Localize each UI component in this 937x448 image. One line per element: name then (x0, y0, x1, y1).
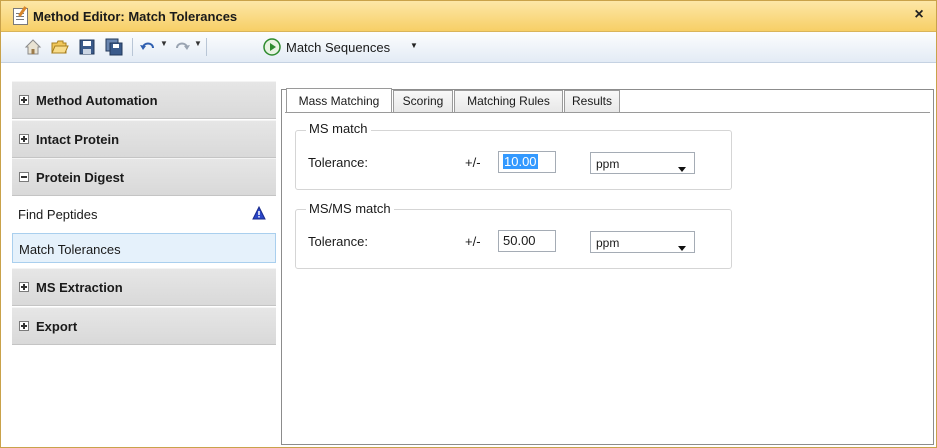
msms-unit-value: ppm (596, 236, 620, 250)
run-label[interactable]: Match Sequences (286, 40, 390, 55)
ms-tolerance-input[interactable]: 10.00 (498, 151, 556, 173)
sidebar: Method Automation Intact Protein Protein… (12, 81, 276, 443)
section-label: Protein Digest (36, 170, 125, 185)
home-icon[interactable] (24, 38, 42, 56)
sidebar-item-match-tolerances[interactable]: Match Tolerances (12, 233, 276, 263)
ms-unit-value: ppm (596, 157, 620, 171)
expand-icon (19, 282, 29, 292)
expand-icon (19, 95, 29, 105)
msms-tolerance-input[interactable]: 50.00 (498, 230, 556, 252)
ms-tolerance-value: 10.00 (503, 154, 538, 169)
tab-matching-rules[interactable]: Matching Rules (454, 90, 563, 112)
tab-scoring[interactable]: Scoring (393, 90, 453, 112)
open-folder-icon[interactable] (51, 38, 69, 56)
ms-match-title: MS match (306, 121, 371, 136)
collapse-icon (19, 172, 29, 182)
chevron-down-icon (678, 161, 686, 175)
chevron-down-icon (678, 240, 686, 254)
warning-icon (252, 205, 266, 223)
redo-icon[interactable] (173, 38, 191, 56)
expand-icon (19, 321, 29, 331)
save-icon[interactable] (78, 38, 96, 56)
run-dropdown-icon[interactable]: ▼ (410, 41, 418, 50)
section-ms-extraction[interactable]: MS Extraction (12, 268, 276, 306)
run-icon[interactable] (263, 38, 281, 56)
tab-mass-matching[interactable]: Mass Matching (286, 88, 392, 112)
edit-document-icon (13, 8, 28, 25)
sidebar-item-label: Match Tolerances (19, 242, 121, 257)
window-title: Method Editor: Match Tolerances (33, 9, 238, 24)
close-button[interactable]: × (910, 6, 928, 24)
section-intact-protein[interactable]: Intact Protein (12, 120, 276, 158)
undo-dropdown-icon[interactable]: ▼ (160, 39, 168, 48)
sidebar-item-find-peptides[interactable]: Find Peptides (12, 199, 276, 229)
msms-tolerance-value: 50.00 (503, 233, 536, 248)
section-label: Export (36, 319, 78, 334)
section-label: Intact Protein (36, 132, 120, 147)
toolbar: ▼ ▼ Match Sequences ▼ (1, 32, 936, 63)
sidebar-item-label: Find Peptides (18, 207, 98, 222)
msms-unit-select[interactable]: ppm (590, 231, 695, 253)
msms-tolerance-label: Tolerance: (308, 234, 368, 249)
section-protein-digest[interactable]: Protein Digest (12, 158, 276, 196)
undo-icon[interactable] (139, 38, 157, 56)
ms-unit-select[interactable]: ppm (590, 152, 695, 174)
expand-icon (19, 134, 29, 144)
method-editor-window: Method Editor: Match Tolerances × ▼ ▼ Ma… (0, 0, 937, 448)
save-as-icon[interactable] (105, 38, 123, 56)
redo-dropdown-icon[interactable]: ▼ (194, 39, 202, 48)
tab-results[interactable]: Results (564, 90, 620, 112)
title-bar: Method Editor: Match Tolerances × (1, 1, 936, 32)
toolbar-separator (132, 38, 133, 56)
msms-match-title: MS/MS match (306, 201, 394, 216)
toolbar-separator (206, 38, 207, 56)
ms-tolerance-label: Tolerance: (308, 155, 368, 170)
section-method-automation[interactable]: Method Automation (12, 81, 276, 119)
section-label: Method Automation (36, 93, 158, 108)
section-export[interactable]: Export (12, 307, 276, 345)
section-label: MS Extraction (36, 280, 123, 295)
msms-plus-minus: +/- (465, 234, 481, 249)
ms-plus-minus: +/- (465, 155, 481, 170)
